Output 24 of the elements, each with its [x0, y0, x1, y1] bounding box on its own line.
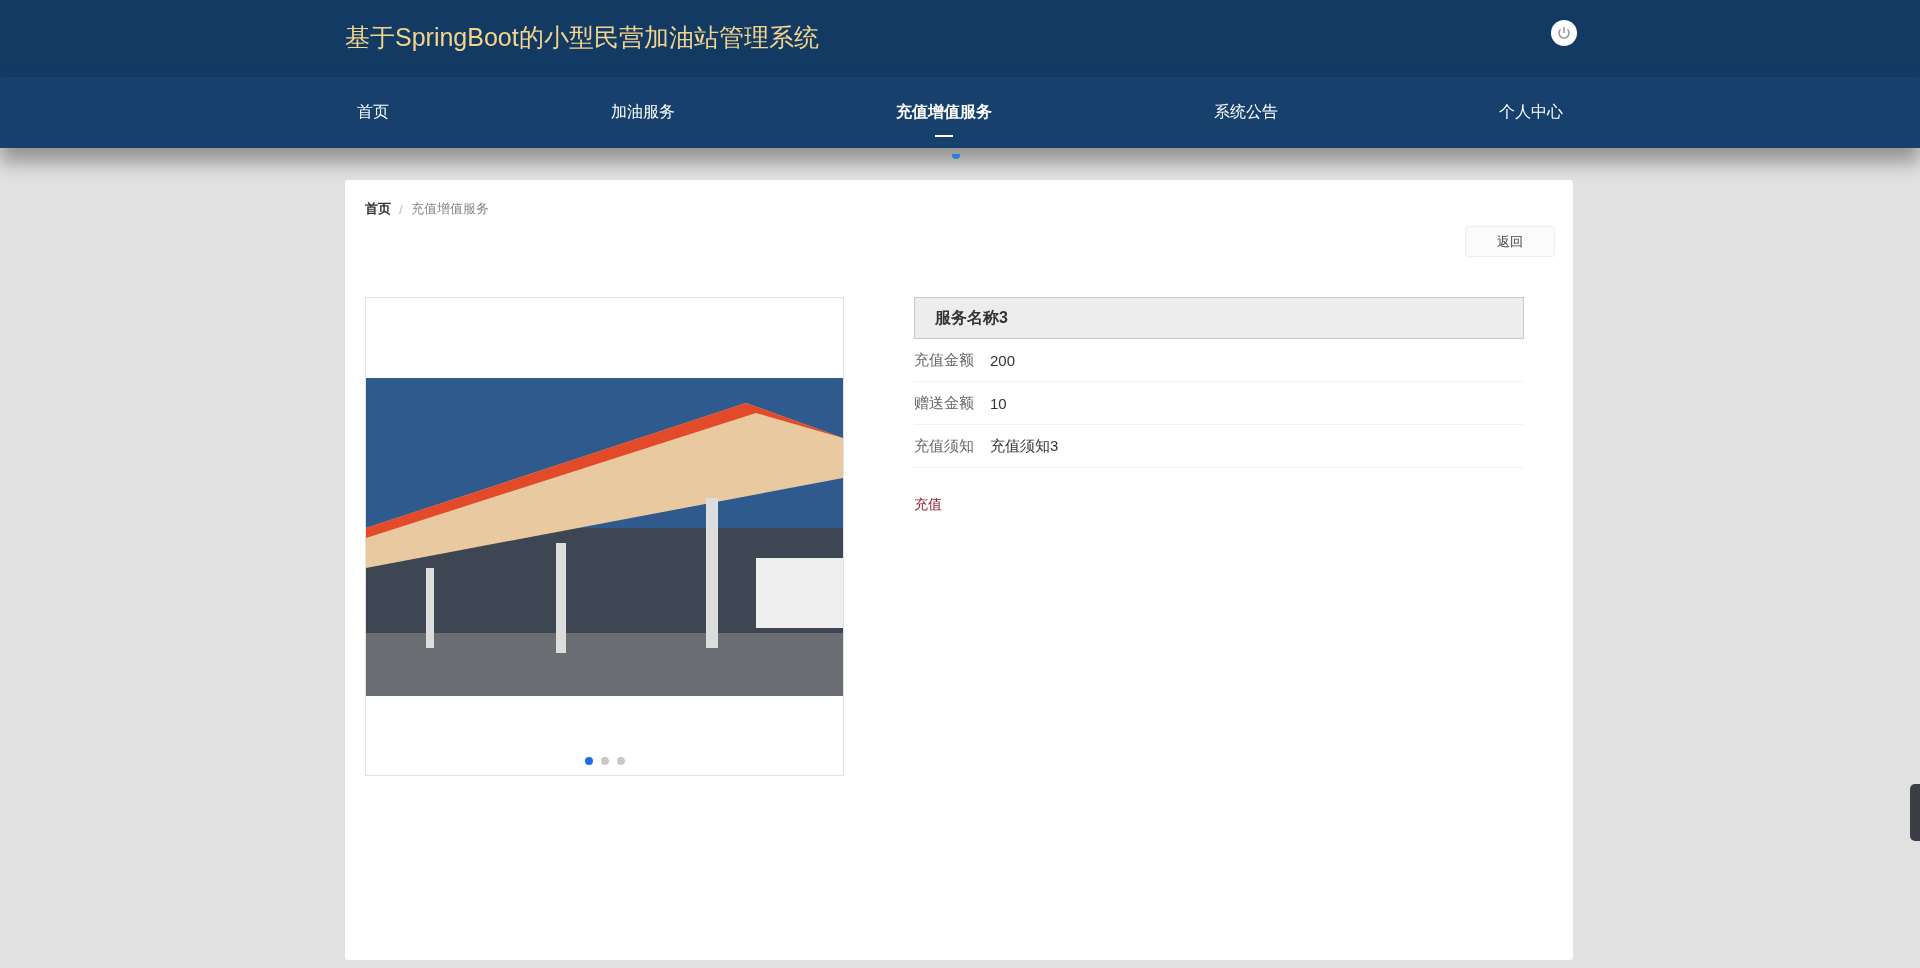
breadcrumb-item[interactable]: 首页: [365, 200, 391, 218]
recharge-link[interactable]: 充值: [914, 496, 942, 514]
field-label: 赠送金额: [914, 393, 975, 413]
nav-tab[interactable]: 加油服务: [598, 102, 687, 123]
nav-tab[interactable]: 个人中心: [1487, 102, 1575, 123]
field-label: 充值金额: [914, 350, 975, 370]
back-button[interactable]: 返回: [1465, 226, 1555, 257]
field-value: 200: [990, 351, 1016, 369]
carousel-dot[interactable]: [616, 757, 625, 765]
breadcrumb-separator: /: [399, 201, 403, 217]
nav-tab[interactable]: 首页: [345, 102, 401, 123]
nav-tab[interactable]: 系统公告: [1201, 102, 1290, 123]
nav-tab[interactable]: 充值增值服务: [884, 102, 1004, 123]
field-label: 充值须知: [914, 436, 975, 456]
active-underline: [935, 135, 953, 137]
field-value: 充值须知3: [990, 436, 1059, 456]
field-value: 10: [990, 394, 1007, 412]
side-widget-handle[interactable]: [1910, 784, 1920, 841]
carousel-dot[interactable]: [584, 757, 593, 765]
carousel-dot[interactable]: [600, 757, 609, 765]
service-title: 服务名称3: [914, 297, 1524, 339]
site-title: 基于SpringBoot的小型民营加油站管理系统: [345, 22, 819, 53]
breadcrumb-item: 充值增值服务: [410, 200, 489, 218]
power-icon[interactable]: [1551, 19, 1577, 46]
